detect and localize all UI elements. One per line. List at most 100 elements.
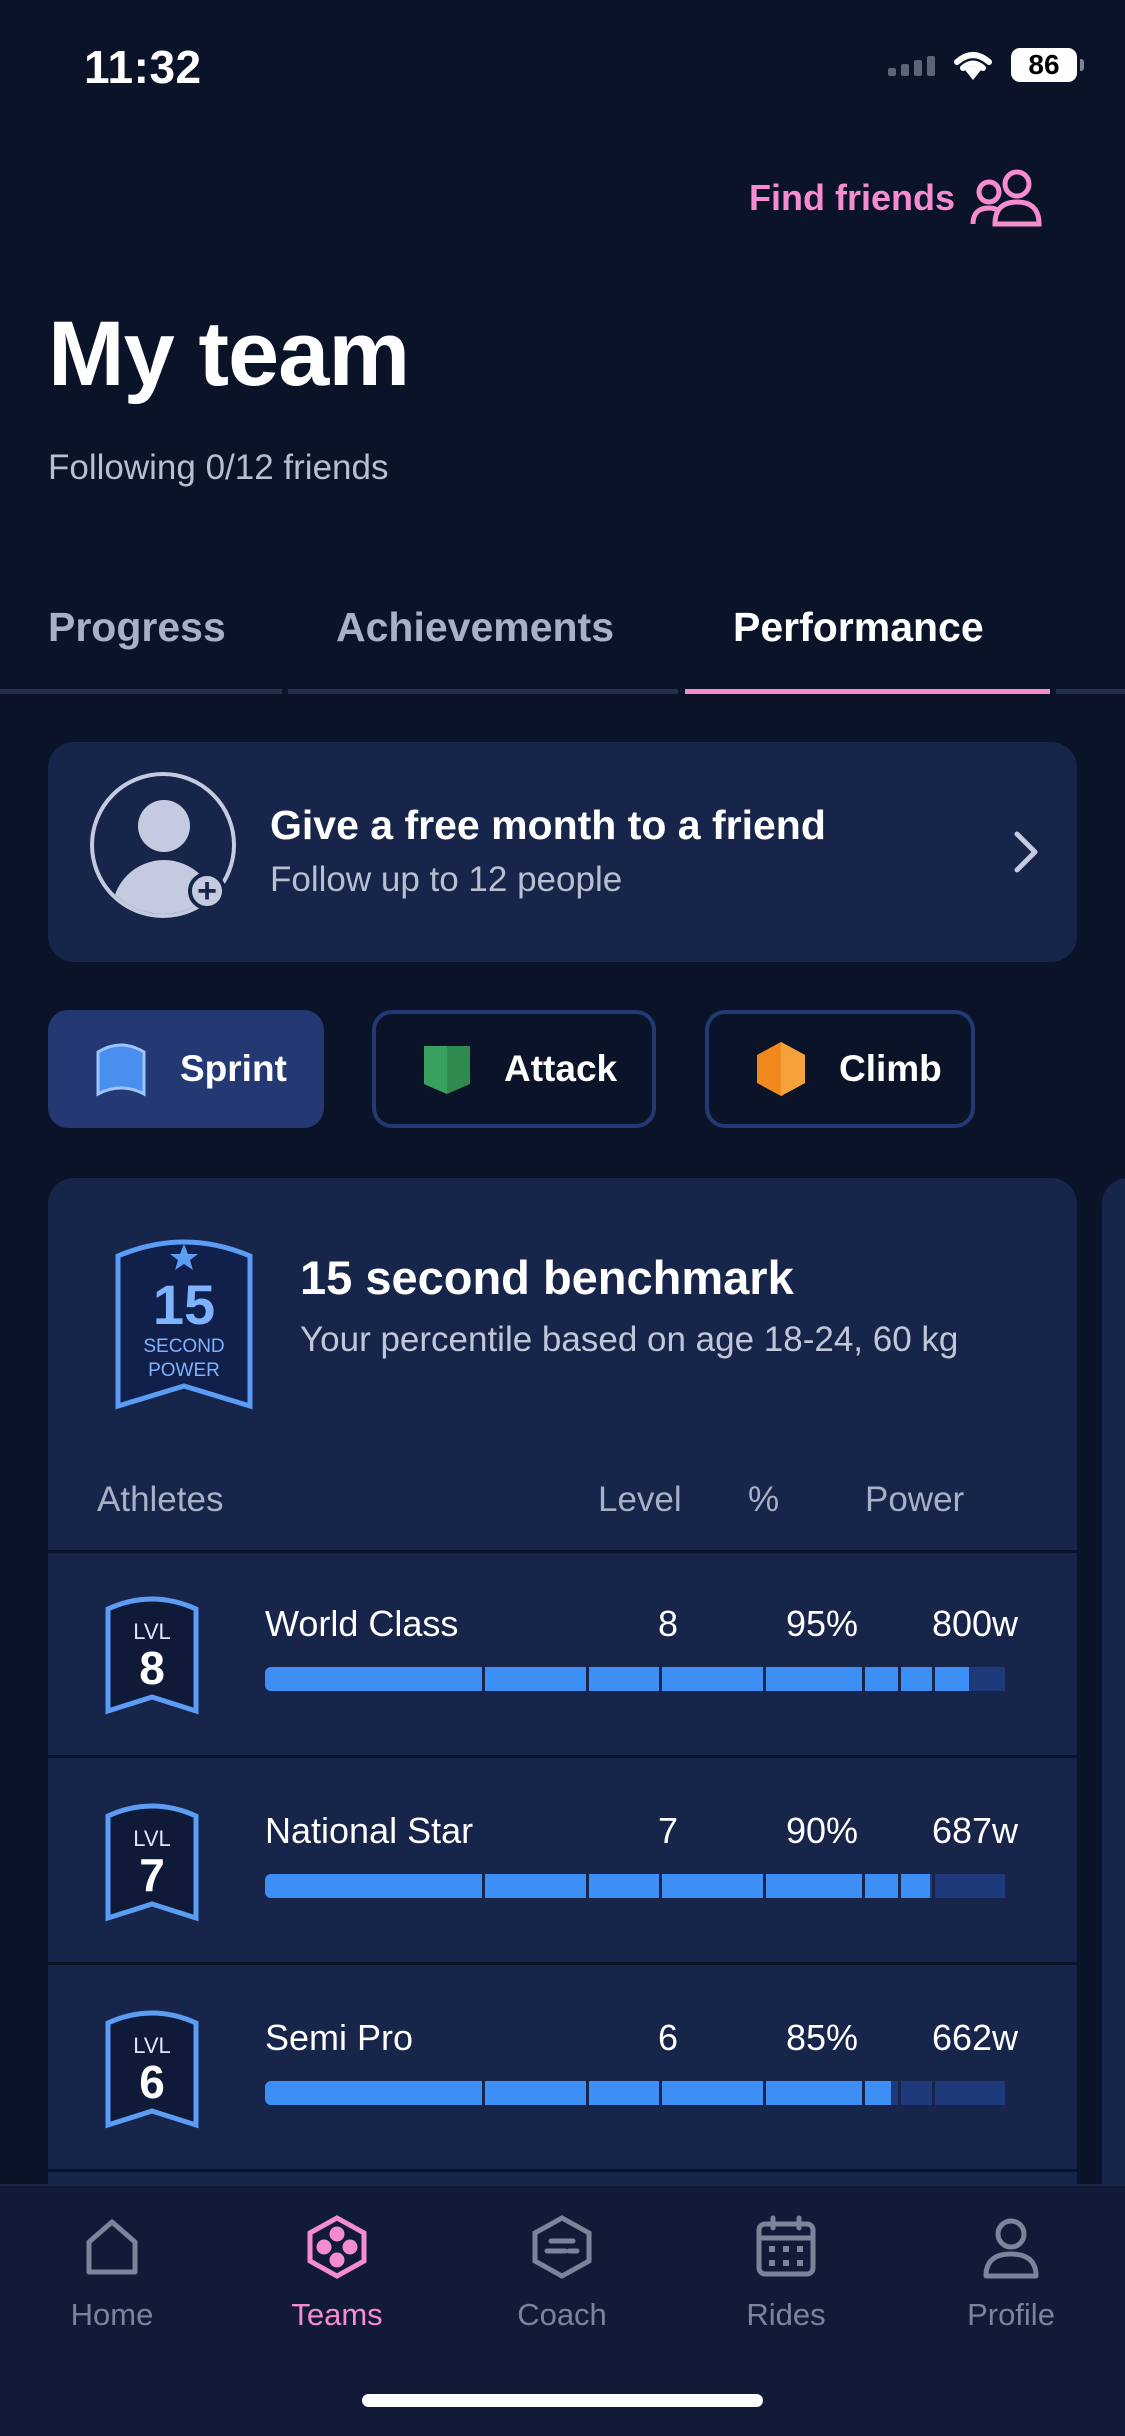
teams-icon [307, 2215, 367, 2279]
progress-segment [901, 1667, 932, 1691]
progress-fill [901, 1667, 932, 1691]
tab-underline [288, 689, 678, 694]
row-divider [48, 1755, 1077, 1758]
home-indicator [362, 2394, 763, 2407]
progress-fill [589, 1874, 659, 1898]
progress-segment [589, 1874, 659, 1898]
level-badge-icon: LVL 8 [102, 1593, 202, 1722]
progress-segment [766, 2081, 862, 2105]
row-divider [48, 1962, 1077, 1965]
progress-fill [662, 2081, 763, 2105]
tab-progress[interactable]: Progress [0, 598, 282, 694]
nav-rides[interactable]: Rides [686, 2214, 886, 2333]
status-icons: 86 [888, 48, 1084, 82]
tab-label: Progress [48, 604, 226, 650]
progress-segment [662, 1874, 763, 1898]
progress-fill [766, 2081, 862, 2105]
progress-segment [485, 1667, 586, 1691]
progress-segment [865, 1874, 898, 1898]
progress-segment [901, 1874, 932, 1898]
nav-profile[interactable]: Profile [911, 2214, 1111, 2333]
badge-level: 7 [139, 1849, 165, 1901]
progress-fill [589, 1667, 659, 1691]
second-power-badge-icon: 15 SECOND POWER [110, 1234, 258, 1417]
progress-segment [589, 1667, 659, 1691]
tab-underline-rest [1056, 689, 1125, 694]
calendar-icon [756, 2215, 816, 2277]
badge-number: 15 [152, 1273, 216, 1336]
percentile-progress-bar [265, 1667, 1017, 1691]
progress-segment [935, 1667, 1005, 1691]
progress-fill [265, 2081, 482, 2105]
col-athletes: Athletes [97, 1480, 224, 1519]
nav-label: Rides [746, 2297, 826, 2332]
referral-card[interactable]: + Give a free month to a friend Follow u… [48, 742, 1077, 962]
athlete-power: 800w [931, 1603, 1018, 1644]
nav-teams[interactable]: Teams [237, 2214, 437, 2333]
benchmark-description: Your percentile based on age 18-24, 60 k… [300, 1320, 959, 1359]
progress-segment [935, 1874, 1005, 1898]
tab-achievements[interactable]: Achievements [288, 598, 678, 694]
coach-icon [532, 2215, 592, 2279]
find-friends-button[interactable]: Find friends [749, 168, 1043, 228]
col-power: Power [865, 1480, 965, 1519]
table-row[interactable]: LVL 6 Semi Pro 6 85% 662w [48, 1967, 1077, 2172]
tab-label: Performance [733, 604, 984, 650]
col-level: Level [598, 1480, 682, 1519]
page-title: My team [48, 303, 410, 405]
progress-fill [485, 2081, 586, 2105]
find-friends-label: Find friends [749, 177, 955, 218]
filter-label: Attack [504, 1048, 618, 1089]
filter-attack[interactable]: Attack [372, 1010, 656, 1128]
level-badge-icon: LVL 7 [102, 1800, 202, 1929]
progress-fill [662, 1874, 763, 1898]
filter-sprint[interactable]: Sprint [48, 1010, 324, 1128]
nav-home[interactable]: Home [12, 2214, 212, 2333]
progress-fill [901, 1874, 931, 1898]
athlete-name: Semi Pro [265, 2017, 414, 2058]
progress-segment [865, 1667, 898, 1691]
benchmark-card: 15 SECOND POWER 15 second benchmark Your… [48, 1178, 1077, 2238]
progress-segment [935, 2081, 1005, 2105]
progress-fill [662, 1667, 763, 1691]
percentile-progress-bar [265, 1874, 1017, 1898]
nav-label: Coach [517, 2297, 607, 2332]
profile-icon [983, 2218, 1039, 2279]
table-row[interactable]: LVL 7 National Star 7 90% 687w [48, 1760, 1077, 1965]
progress-segment [485, 1874, 586, 1898]
progress-segment [766, 1667, 862, 1691]
badge-line2: POWER [148, 1360, 220, 1381]
filter-climb[interactable]: Climb [705, 1010, 975, 1128]
progress-fill [935, 1667, 970, 1691]
progress-segment [265, 1667, 482, 1691]
referral-subtitle: Follow up to 12 people [270, 860, 623, 899]
nav-coach[interactable]: Coach [462, 2214, 662, 2333]
nav-label: Teams [291, 2297, 383, 2332]
athlete-power: 687w [931, 1810, 1018, 1851]
athlete-percent: 90% [785, 1810, 858, 1851]
table-row[interactable]: LVL 8 World Class 8 95% 800w [48, 1553, 1077, 1758]
referral-title: Give a free month to a friend [270, 802, 826, 848]
following-count: Following 0/12 friends [48, 448, 389, 487]
athlete-name: National Star [265, 1810, 474, 1851]
cellular-signal-icon [888, 54, 935, 76]
progress-fill [766, 1667, 862, 1691]
athlete-power: 662w [931, 2017, 1018, 2058]
home-icon [86, 2219, 138, 2275]
athlete-level: 8 [657, 1603, 678, 1644]
row-divider [48, 2169, 1077, 2172]
climb-hexagon-icon [757, 1042, 805, 1096]
progress-segment [662, 1667, 763, 1691]
progress-fill [865, 1874, 898, 1898]
progress-fill [265, 1667, 482, 1691]
progress-fill [766, 1874, 862, 1898]
nav-label: Profile [967, 2297, 1055, 2332]
next-card-peek[interactable] [1102, 1178, 1125, 2238]
add-icon: + [188, 872, 226, 910]
progress-segment [265, 2081, 482, 2105]
progress-fill [865, 2081, 892, 2105]
friends-icon [970, 169, 1042, 227]
badge-level: 8 [139, 1642, 165, 1694]
tab-performance[interactable]: Performance [685, 598, 1050, 694]
tab-label: Achievements [336, 604, 615, 650]
